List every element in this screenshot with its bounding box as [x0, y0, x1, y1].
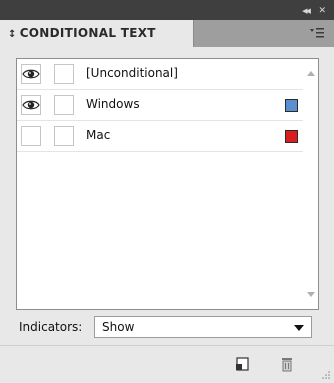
- collapse-icon[interactable]: ◀◀: [302, 7, 311, 15]
- panel-title: ↕ CONDITIONAL TEXT: [8, 26, 156, 40]
- list-item[interactable]: [Unconditional]: [17, 59, 303, 90]
- visibility-toggle[interactable]: [21, 126, 41, 146]
- resize-grip-icon[interactable]: [321, 370, 331, 380]
- visibility-toggle[interactable]: [21, 64, 41, 84]
- new-condition-button[interactable]: [233, 355, 251, 373]
- indicators-dropdown[interactable]: Show: [94, 316, 312, 338]
- lock-toggle[interactable]: [54, 126, 74, 146]
- eye-icon: [22, 100, 40, 110]
- delete-condition-button[interactable]: [278, 355, 296, 373]
- lock-toggle[interactable]: [54, 64, 74, 84]
- conditional-text-panel: ◀◀ ✕ ↕ CONDITIONAL TEXT [Unconditional] …: [0, 0, 334, 383]
- eye-icon: [22, 69, 40, 79]
- close-icon[interactable]: ✕: [318, 6, 326, 16]
- chevron-down-icon: [294, 325, 304, 331]
- color-swatch: [285, 99, 298, 112]
- tab-conditional-text[interactable]: ↕ CONDITIONAL TEXT: [0, 20, 194, 47]
- window-controls: ◀◀ ✕: [296, 3, 326, 16]
- scroll-down-icon[interactable]: [307, 292, 315, 297]
- scrollbar[interactable]: [304, 59, 318, 309]
- lock-toggle[interactable]: [54, 95, 74, 115]
- visibility-toggle[interactable]: [21, 95, 41, 115]
- condition-name: [Unconditional]: [86, 66, 178, 80]
- scroll-up-icon[interactable]: [307, 71, 315, 76]
- divider: [0, 345, 334, 346]
- indicators-value: Show: [102, 320, 135, 334]
- indicators-label: Indicators:: [19, 320, 83, 334]
- panel-title-label: CONDITIONAL TEXT: [19, 26, 156, 40]
- panel-menu-icon[interactable]: [310, 26, 324, 40]
- conditions-list[interactable]: [Unconditional] Windows Mac: [16, 58, 319, 310]
- tab-row: ↕ CONDITIONAL TEXT: [0, 20, 334, 47]
- panel-title-bar: ◀◀ ✕: [0, 0, 334, 20]
- color-swatch: [285, 130, 298, 143]
- sort-icon: ↕: [8, 29, 17, 40]
- condition-name: Windows: [86, 97, 140, 111]
- condition-name: Mac: [86, 128, 111, 142]
- list-item[interactable]: Windows: [17, 90, 303, 121]
- list-item[interactable]: Mac: [17, 121, 303, 152]
